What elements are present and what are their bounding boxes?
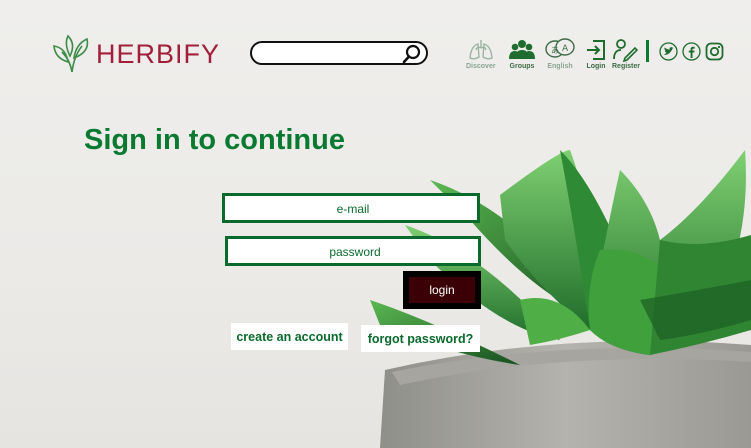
nav-label: Login <box>586 63 606 70</box>
group-icon <box>509 40 535 59</box>
nav-groups[interactable]: Groups <box>509 38 535 70</box>
nav-label: Groups <box>509 63 535 70</box>
email-field[interactable] <box>222 193 481 223</box>
nav-login[interactable]: Login <box>585 38 607 70</box>
search-bar[interactable] <box>250 41 428 65</box>
login-icon <box>587 40 605 60</box>
nav-discover[interactable]: Discover <box>466 38 496 70</box>
top-nav-bar: HERBIFY Discover Groups あ A English Logi… <box>0 0 751 90</box>
nav-divider <box>646 40 649 62</box>
lungs-icon <box>469 40 493 60</box>
nav-label: Register <box>612 63 641 70</box>
register-icon <box>613 39 639 62</box>
password-input[interactable] <box>228 239 482 265</box>
language-icon: あ A <box>545 38 575 58</box>
login-button-label: login <box>409 277 475 303</box>
email-input[interactable] <box>225 196 481 222</box>
herb-leaves-icon <box>53 34 89 73</box>
svg-text:あ: あ <box>551 46 559 55</box>
nav-language[interactable]: あ A English <box>545 38 575 70</box>
svg-text:A: A <box>562 44 569 54</box>
nav-label: Discover <box>466 63 496 70</box>
forgot-password-button[interactable]: forgot password? <box>361 325 480 352</box>
brand-logo[interactable]: HERBIFY <box>52 34 220 74</box>
create-account-button[interactable]: create an account <box>231 323 348 350</box>
instagram-icon[interactable] <box>705 42 724 61</box>
twitter-icon[interactable] <box>659 42 678 61</box>
password-field[interactable] <box>225 236 482 266</box>
brand-name: HERBIFY <box>96 38 221 69</box>
nav-label: English <box>547 63 573 70</box>
search-icon[interactable] <box>402 44 422 64</box>
page-title: Sign in to continue <box>84 124 345 156</box>
facebook-icon[interactable] <box>682 42 701 61</box>
search-input[interactable] <box>262 44 406 64</box>
nav-register[interactable]: Register <box>612 38 640 70</box>
login-button[interactable]: login <box>403 271 481 309</box>
